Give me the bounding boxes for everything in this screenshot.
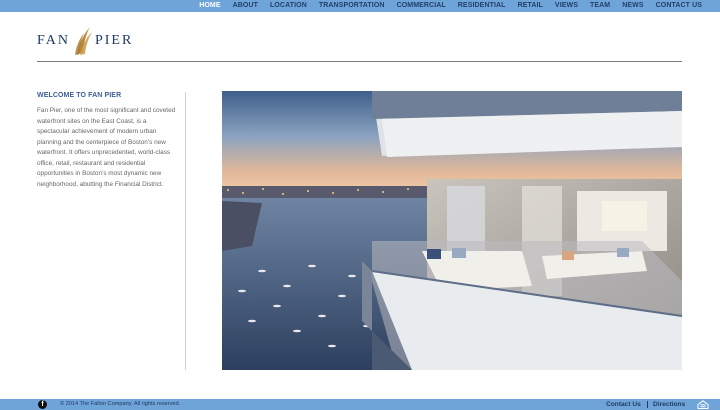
nav-views[interactable]: VIEWS: [549, 0, 584, 12]
welcome-body: Fan Pier, one of the most significant an…: [37, 107, 176, 188]
footer-bar: f © 2014 The Fallon Company. All rights …: [0, 399, 720, 410]
column-divider: [185, 92, 186, 370]
directions-link[interactable]: Directions: [653, 399, 685, 410]
site-logo[interactable]: FAN PIER: [37, 22, 133, 56]
footer-separator: [647, 401, 648, 408]
nav-retail[interactable]: RETAIL: [512, 0, 549, 12]
waterfront-balcony-photo: [222, 91, 682, 370]
nav-transportation[interactable]: TRANSPORTATION: [313, 0, 391, 12]
nav-contact-us[interactable]: CONTACT US: [650, 0, 708, 12]
nav-home[interactable]: HOME: [193, 0, 226, 12]
contact-us-link[interactable]: Contact Us: [606, 399, 641, 410]
feather-icon: [74, 27, 92, 55]
facebook-icon[interactable]: f: [38, 400, 47, 409]
nav-about[interactable]: ABOUT: [227, 0, 264, 12]
nav-commercial[interactable]: COMMERCIAL: [391, 0, 452, 12]
welcome-section: WELCOME TO FAN PIER Fan Pier, one of the…: [37, 92, 177, 190]
logo-word-right: PIER: [94, 33, 134, 48]
nav-news[interactable]: NEWS: [616, 0, 649, 12]
nav-location[interactable]: LOCATION: [264, 0, 313, 12]
hero-image: [222, 91, 682, 370]
welcome-heading: WELCOME TO FAN PIER: [37, 92, 122, 99]
copyright-text: © 2014 The Fallon Company. All rights re…: [60, 401, 181, 407]
header-divider: [37, 61, 682, 62]
nav-team[interactable]: TEAM: [584, 0, 616, 12]
main-nav: HOME ABOUT LOCATION TRANSPORTATION COMME…: [193, 0, 708, 12]
equal-housing-icon: [697, 400, 709, 409]
nav-residential[interactable]: RESIDENTIAL: [452, 0, 512, 12]
logo-word-left: FAN: [37, 33, 70, 48]
